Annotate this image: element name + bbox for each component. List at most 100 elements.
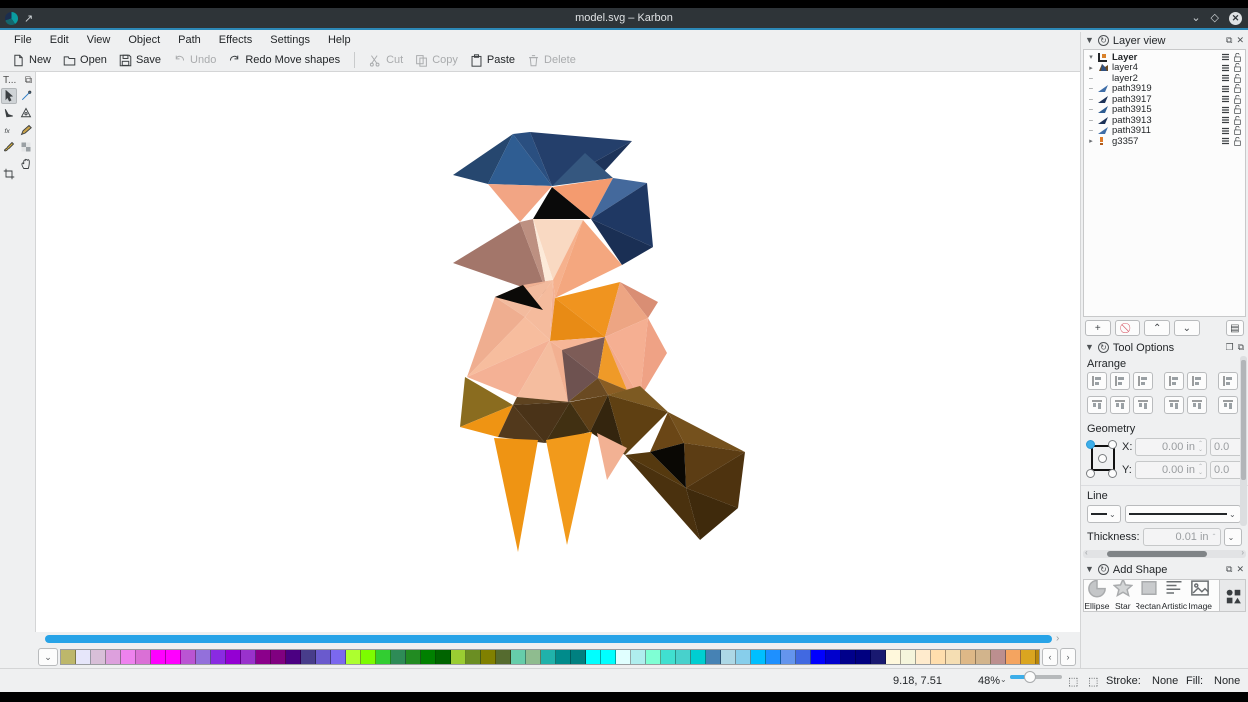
close-panel-icon[interactable]: ✕ bbox=[1236, 565, 1244, 574]
pen-tool-icon[interactable] bbox=[18, 88, 34, 104]
color-swatch-29[interactable] bbox=[496, 650, 511, 664]
layer-properties-icon[interactable] bbox=[1221, 53, 1230, 61]
bird-polygon[interactable] bbox=[546, 432, 592, 545]
delete-layer-button[interactable]: ⃠ bbox=[1115, 320, 1141, 336]
color-swatch-25[interactable] bbox=[436, 650, 451, 664]
layer-properties-icon[interactable] bbox=[1221, 74, 1230, 82]
color-swatch-31[interactable] bbox=[526, 650, 541, 664]
distribute-center-v-button[interactable] bbox=[1187, 396, 1207, 414]
x-position-field[interactable]: 0.00 in⌃⌄ bbox=[1135, 438, 1207, 456]
color-swatch-56[interactable] bbox=[901, 650, 916, 664]
line-style-combo[interactable]: ⌄ bbox=[1125, 505, 1241, 523]
horizontal-scrollbar-thumb[interactable] bbox=[45, 635, 1052, 643]
lock-icon[interactable] bbox=[1233, 137, 1242, 146]
color-swatch-12[interactable] bbox=[241, 650, 256, 664]
float-dock-icon[interactable]: ⧉ bbox=[25, 75, 32, 86]
anchor-bottom-right[interactable] bbox=[1108, 469, 1117, 478]
palette-menu-button[interactable]: ⌄ bbox=[38, 648, 58, 666]
menu-view[interactable]: View bbox=[79, 32, 119, 48]
color-swatch-57[interactable] bbox=[916, 650, 931, 664]
color-swatch-17[interactable] bbox=[316, 650, 331, 664]
palette-next-button[interactable]: › bbox=[1060, 648, 1076, 666]
color-swatch-46[interactable] bbox=[751, 650, 766, 664]
lock-icon[interactable] bbox=[1233, 63, 1242, 72]
color-swatch-23[interactable] bbox=[406, 650, 421, 664]
zoom-slider-handle[interactable] bbox=[1024, 671, 1036, 683]
stroke-value[interactable]: None bbox=[1152, 675, 1178, 687]
thickness-field[interactable]: 0.01 in⌃ bbox=[1143, 528, 1221, 546]
effects-tool-icon[interactable]: fx bbox=[1, 122, 17, 138]
color-swatch-3[interactable] bbox=[106, 650, 121, 664]
layer-properties-icon[interactable] bbox=[1221, 64, 1230, 72]
collapse-panel-icon[interactable]: ▼ bbox=[1085, 343, 1094, 352]
color-swatch-55[interactable] bbox=[886, 650, 901, 664]
color-swatch-49[interactable] bbox=[796, 650, 811, 664]
menu-path[interactable]: Path bbox=[170, 32, 209, 48]
lower-layer-button[interactable]: ⌄ bbox=[1174, 320, 1200, 336]
align-center-v-button[interactable] bbox=[1110, 396, 1130, 414]
anchor-center[interactable] bbox=[1098, 454, 1107, 463]
color-swatch-27[interactable] bbox=[466, 650, 481, 664]
distribute-center-h-button[interactable] bbox=[1187, 372, 1207, 390]
color-swatch-32[interactable] bbox=[541, 650, 556, 664]
shape-rectan[interactable]: Rectanı bbox=[1136, 580, 1162, 611]
align-bottom-button[interactable] bbox=[1133, 396, 1153, 414]
expander-icon[interactable]: ▸ bbox=[1087, 137, 1095, 145]
color-swatch-38[interactable] bbox=[631, 650, 646, 664]
color-swatch-13[interactable] bbox=[256, 650, 271, 664]
align-top-button[interactable] bbox=[1087, 396, 1107, 414]
color-swatch-18[interactable] bbox=[331, 650, 346, 664]
collapse-panel-icon[interactable]: ▼ bbox=[1085, 36, 1094, 45]
color-swatch-1[interactable] bbox=[76, 650, 91, 664]
color-swatch-10[interactable] bbox=[211, 650, 226, 664]
menu-settings[interactable]: Settings bbox=[262, 32, 318, 48]
layer-properties-icon[interactable] bbox=[1221, 116, 1230, 124]
height-field[interactable]: 0.0 bbox=[1210, 461, 1244, 479]
color-swatch-5[interactable] bbox=[136, 650, 151, 664]
lock-icon[interactable] bbox=[1233, 84, 1242, 93]
color-swatch-48[interactable] bbox=[781, 650, 796, 664]
color-swatch-51[interactable] bbox=[826, 650, 841, 664]
color-swatch-7[interactable] bbox=[166, 650, 181, 664]
calligraphy-tool-icon[interactable] bbox=[1, 105, 17, 121]
redo-move-shapes-button[interactable]: Redo Move shapes bbox=[222, 52, 346, 69]
color-swatch-43[interactable] bbox=[706, 650, 721, 664]
shape-star[interactable]: Star bbox=[1110, 580, 1136, 611]
lock-icon[interactable] bbox=[1233, 53, 1242, 62]
color-swatch-36[interactable] bbox=[601, 650, 616, 664]
shape-ellipse[interactable]: Ellipse bbox=[1084, 580, 1110, 611]
view-mode-button[interactable]: ▤ bbox=[1226, 320, 1244, 336]
menu-edit[interactable]: Edit bbox=[42, 32, 77, 48]
lock-icon[interactable] bbox=[1233, 74, 1242, 83]
zoom-slider[interactable] bbox=[1010, 675, 1062, 679]
menu-effects[interactable]: Effects bbox=[211, 32, 260, 48]
anchor-top-right[interactable] bbox=[1108, 440, 1117, 449]
gradient-tool-icon[interactable] bbox=[18, 105, 34, 121]
new-button[interactable]: New bbox=[6, 52, 57, 69]
menu-object[interactable]: Object bbox=[120, 32, 168, 48]
brush-tool-icon[interactable] bbox=[1, 139, 17, 155]
pattern-tool-icon[interactable] bbox=[18, 139, 34, 155]
paste-button[interactable]: Paste bbox=[464, 52, 521, 69]
color-swatch-60[interactable] bbox=[961, 650, 976, 664]
layer-row-path3911[interactable]: –path3911 bbox=[1084, 126, 1245, 137]
color-swatch-47[interactable] bbox=[766, 650, 781, 664]
add-layer-button[interactable]: + bbox=[1085, 320, 1111, 336]
color-swatch-52[interactable] bbox=[841, 650, 856, 664]
color-swatch-41[interactable] bbox=[676, 650, 691, 664]
zoom-to-page-icon[interactable]: ⬚ bbox=[1088, 675, 1098, 688]
color-swatch-28[interactable] bbox=[481, 650, 496, 664]
tool-options-scrollbar[interactable] bbox=[1240, 356, 1247, 526]
shape-artistic[interactable]: Artistic bbox=[1161, 580, 1187, 611]
lock-icon[interactable] bbox=[1233, 105, 1242, 114]
layer-properties-icon[interactable] bbox=[1221, 95, 1230, 103]
shape-collection-button[interactable] bbox=[1219, 580, 1245, 611]
color-swatch-15[interactable] bbox=[286, 650, 301, 664]
color-swatch-61[interactable] bbox=[976, 650, 991, 664]
color-swatch-14[interactable] bbox=[271, 650, 286, 664]
anchor-point-selector[interactable] bbox=[1085, 439, 1118, 479]
scroll-right-icon[interactable]: › bbox=[1056, 633, 1059, 644]
color-swatch-63[interactable] bbox=[1006, 650, 1021, 664]
color-swatch-39[interactable] bbox=[646, 650, 661, 664]
float-panel-icon[interactable]: ⧉ bbox=[1238, 343, 1244, 352]
